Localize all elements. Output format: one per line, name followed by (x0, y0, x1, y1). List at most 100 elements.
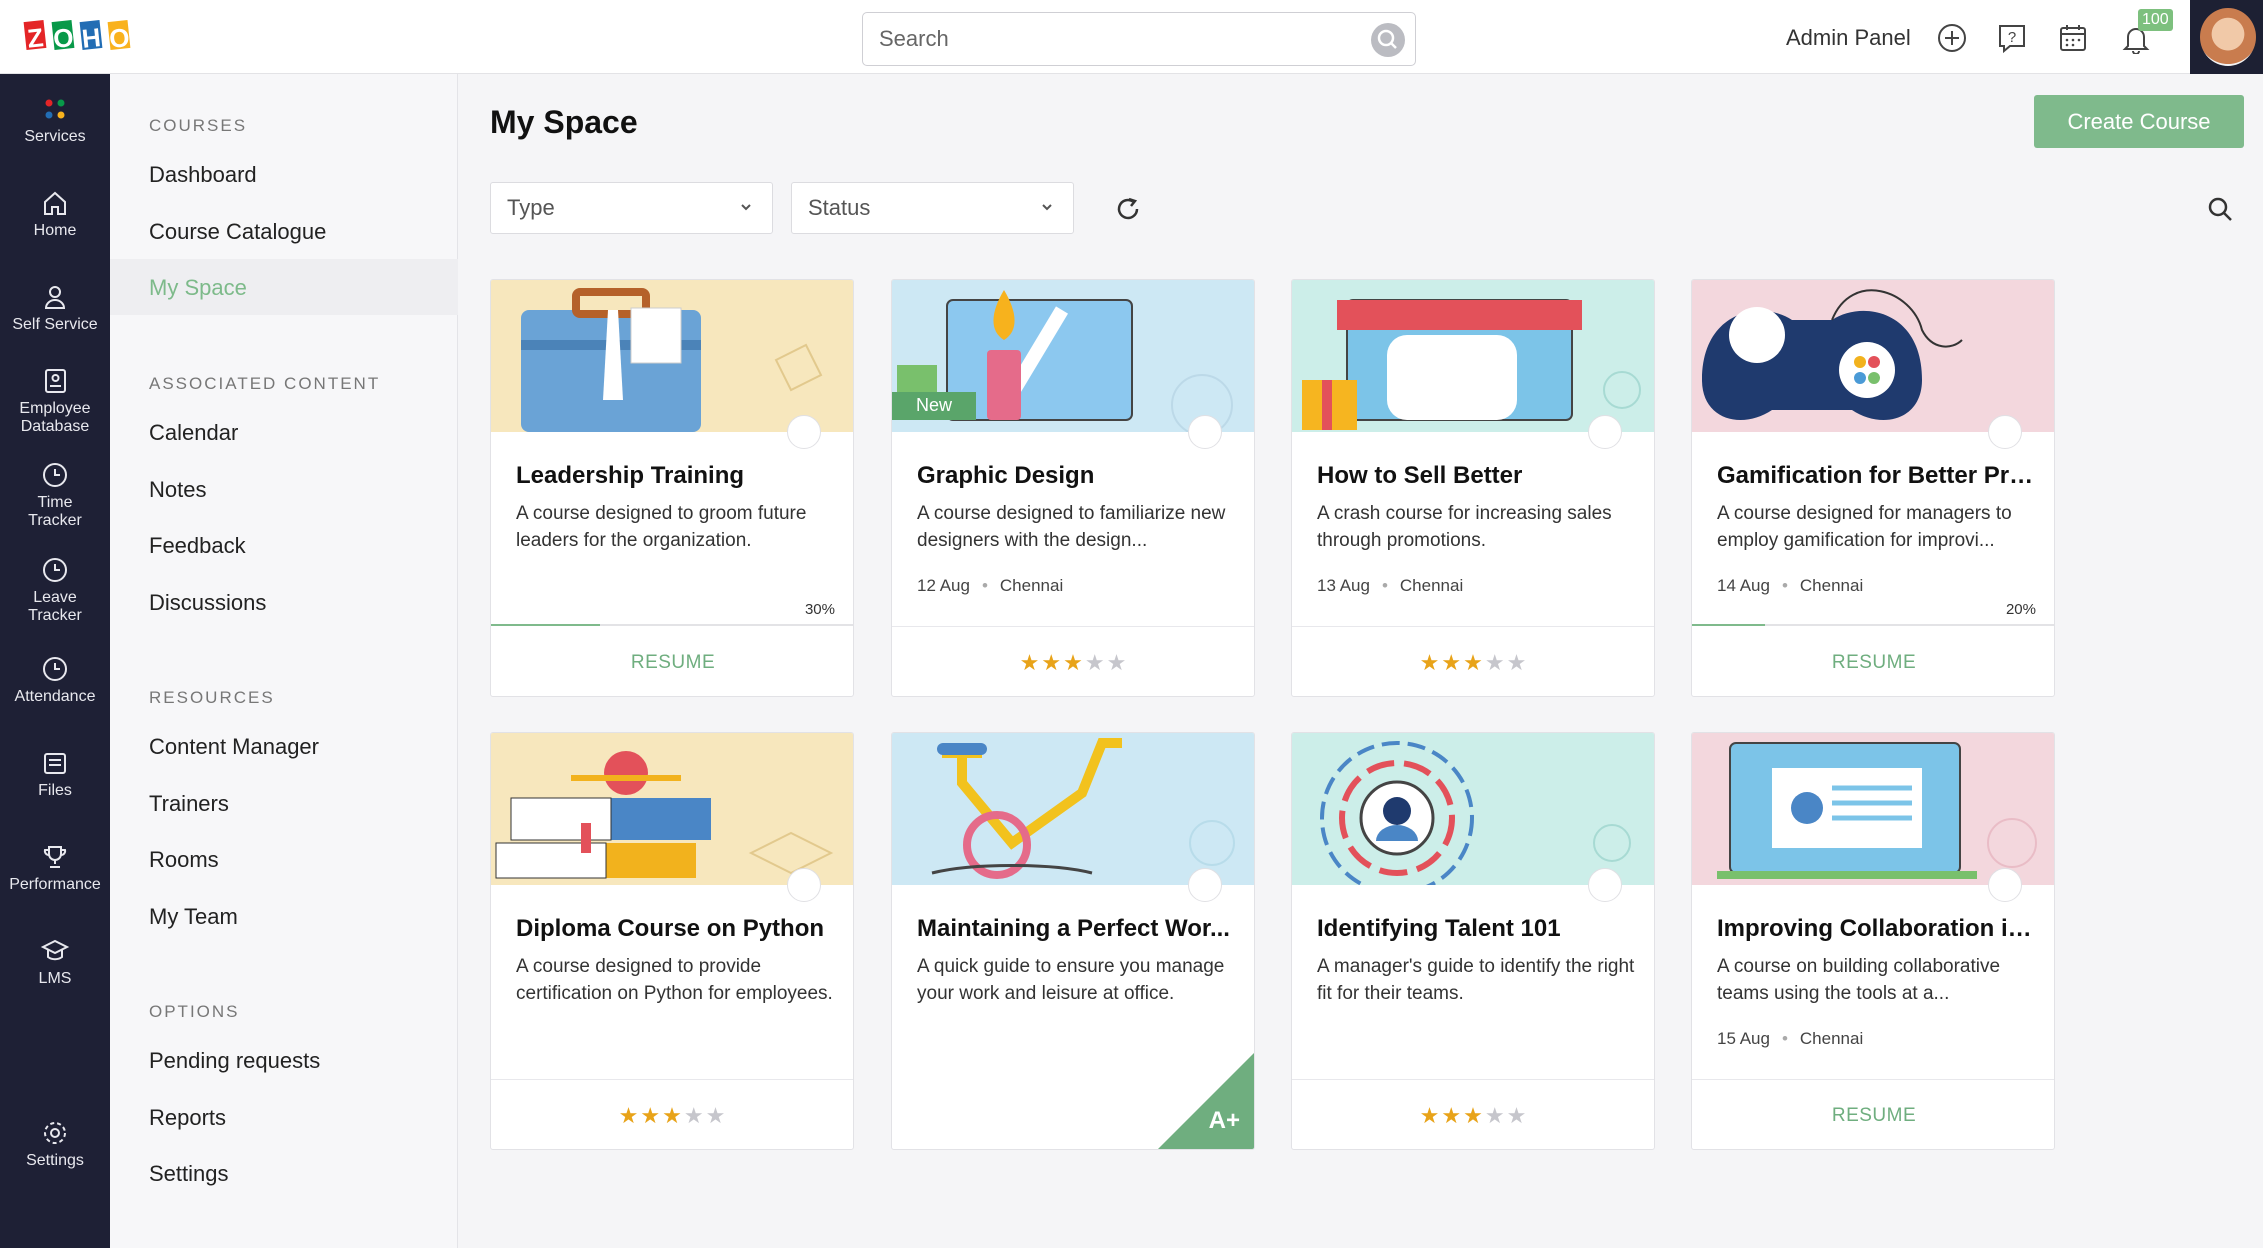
help-icon[interactable]: ? (1996, 22, 2028, 54)
course-thumbnail (1292, 733, 1654, 885)
page-title: My Space (490, 104, 638, 140)
course-description: A course designed for managers to employ… (1717, 503, 2012, 551)
type-filter[interactable]: Type (490, 182, 773, 234)
star-icon: ★ (1419, 650, 1442, 675)
nav-performance[interactable]: Performance (0, 842, 110, 894)
progress-bar (1692, 624, 2054, 626)
nav-label: Attendance (14, 688, 96, 705)
certificate-icon (787, 868, 821, 902)
star-rating: ★★★★★ (1292, 650, 1654, 676)
submenu-feedback[interactable]: Feedback (149, 533, 246, 559)
top-bar: Z O H O Admin Panel ? 100 (0, 0, 2263, 74)
nav-home[interactable]: Home (0, 188, 110, 240)
admin-panel-link[interactable]: Admin Panel (1786, 25, 1911, 51)
svg-text:?: ? (2008, 29, 2016, 46)
nav-lms[interactable]: LMS (0, 936, 110, 988)
submenu-rooms[interactable]: Rooms (149, 847, 219, 873)
course-thumbnail (491, 733, 853, 885)
course-date: 12 Aug (917, 576, 970, 595)
zoho-logo[interactable]: Z O H O (20, 16, 134, 54)
services-icon (45, 99, 65, 119)
course-card[interactable]: Maintaining a Perfect Wor... A quick gui… (891, 732, 1255, 1150)
logo-letter: O (104, 16, 134, 54)
progress-bar (491, 624, 853, 626)
progress-fill (1692, 624, 1765, 626)
submenu-discussions[interactable]: Discussions (149, 590, 266, 616)
certificate-icon (1988, 415, 2022, 449)
course-title: Maintaining a Perfect Wor... (917, 915, 1230, 942)
submenu-my-space[interactable]: My Space (149, 275, 247, 301)
course-description: A manager's guide to identify the right … (1317, 956, 1635, 1004)
submenu-notes[interactable]: Notes (149, 477, 206, 503)
nav-attendance[interactable]: Attendance (0, 654, 110, 706)
resume-button[interactable]: RESUME (1692, 1105, 2054, 1127)
search-button[interactable] (1371, 23, 1405, 57)
status-filter[interactable]: Status (791, 182, 1074, 234)
person-icon (44, 286, 66, 309)
course-card[interactable]: Identifying Talent 101 A manager's guide… (1291, 732, 1655, 1150)
submenu-settings[interactable]: Settings (149, 1161, 229, 1187)
course-description: A course designed to provide certificati… (516, 956, 833, 1004)
nav-employee-database[interactable]: Employee Database (0, 366, 110, 436)
star-icon: ★ (1463, 650, 1485, 675)
course-card[interactable]: How to Sell Better A crash course for in… (1291, 279, 1655, 697)
course-meta: 12 Aug • Chennai (917, 576, 1063, 596)
resume-button[interactable]: RESUME (1692, 652, 2054, 674)
course-title: Improving Collaboration in ... (1717, 915, 2035, 942)
course-thumbnail (1292, 280, 1654, 432)
progress-percent: 30% (804, 601, 835, 618)
card-divider (1292, 626, 1654, 627)
refresh-icon[interactable] (1112, 193, 1144, 225)
star-icon: ★ (1019, 650, 1042, 675)
course-card[interactable]: New Graphic Design A course designed to … (891, 279, 1255, 697)
new-badge: New (892, 392, 977, 420)
nav-time-tracker[interactable]: Time Tracker (0, 460, 110, 530)
search-icon[interactable] (2204, 193, 2236, 225)
course-card[interactable]: Improving Collaboration in ... A course … (1691, 732, 2055, 1150)
add-circle-icon[interactable] (1936, 22, 1968, 54)
star-icon: ★ (1463, 1103, 1485, 1128)
star-icon: ★ (1441, 1103, 1464, 1128)
certificate-icon (1588, 415, 1622, 449)
progress-percent: 20% (2005, 601, 2036, 618)
submenu-calendar[interactable]: Calendar (149, 420, 238, 446)
star-rating: ★★★★★ (1292, 1103, 1654, 1129)
search-input[interactable] (879, 22, 1339, 56)
course-card[interactable]: Diploma Course on Python A course design… (490, 732, 854, 1150)
star-icon: ★ (618, 1103, 641, 1128)
create-course-button[interactable]: Create Course (2034, 95, 2244, 148)
logo-letter: O (48, 16, 78, 54)
resume-button[interactable]: RESUME (491, 652, 853, 674)
nav-services[interactable]: Services (0, 94, 110, 146)
course-card[interactable]: Leadership Training A course designed to… (490, 279, 854, 697)
course-title: Identifying Talent 101 (1317, 915, 1561, 942)
submenu-pending-requests[interactable]: Pending requests (149, 1048, 320, 1074)
files-icon (44, 753, 66, 774)
submenu-trainers[interactable]: Trainers (149, 791, 229, 817)
submenu-heading: OPTIONS (149, 1002, 240, 1021)
card-divider (1292, 1079, 1654, 1080)
submenu-course-catalogue[interactable]: Course Catalogue (149, 219, 326, 245)
nav-label: LMS (38, 970, 72, 987)
course-meta: 13 Aug • Chennai (1317, 576, 1463, 596)
home-icon (44, 191, 66, 215)
course-card[interactable]: Gamification for Better Pro... A course … (1691, 279, 2055, 697)
course-thumbnail (1692, 733, 2054, 885)
database-icon (45, 369, 66, 393)
lms-submenu: COURSES Dashboard Course Catalogue My Sp… (110, 74, 458, 1248)
nav-label: Leave Tracker (28, 589, 82, 624)
submenu-dashboard[interactable]: Dashboard (149, 162, 257, 188)
submenu-reports[interactable]: Reports (149, 1105, 226, 1131)
nav-settings[interactable]: Settings (0, 1118, 110, 1170)
nav-self-service[interactable]: Self Service (0, 282, 110, 334)
avatar[interactable] (2190, 0, 2263, 74)
nav-leave-tracker[interactable]: Leave Tracker (0, 555, 110, 625)
submenu-content-manager[interactable]: Content Manager (149, 734, 319, 760)
trophy-icon (43, 846, 67, 868)
submenu-my-team[interactable]: My Team (149, 904, 238, 930)
nav-files[interactable]: Files (0, 748, 110, 800)
chevron-down-icon (1042, 204, 1052, 211)
star-icon: ★ (1484, 1103, 1507, 1128)
separator-dot: • (981, 576, 988, 595)
calendar-icon[interactable] (2057, 22, 2089, 54)
